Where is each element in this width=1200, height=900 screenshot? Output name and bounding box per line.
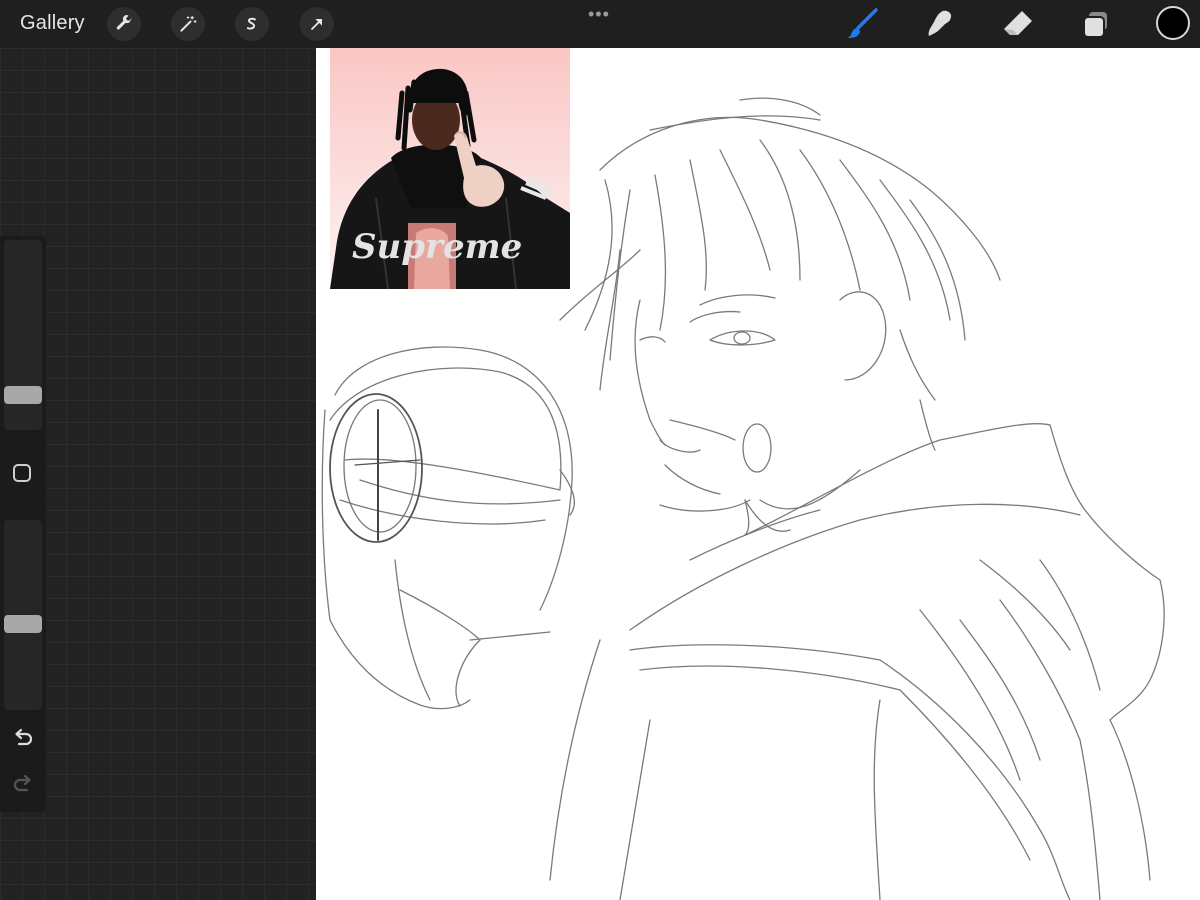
more-indicator[interactable]: •••: [588, 4, 610, 25]
wrench-icon: [116, 15, 132, 30]
actions-button[interactable]: [107, 7, 141, 41]
magic-wand-icon: [180, 15, 197, 32]
gallery-button[interactable]: Gallery: [20, 12, 85, 35]
transform-arrow-icon: [311, 18, 323, 30]
selection-icon: [246, 17, 256, 30]
workspace-grid: [0, 48, 316, 900]
brush-tool-button[interactable]: [844, 6, 880, 42]
sidebar: [0, 236, 46, 812]
brush-size-handle[interactable]: [4, 386, 42, 405]
smudge-icon: [928, 10, 952, 36]
layers-icon: [1083, 12, 1107, 38]
jacket-lettering: Supreme: [352, 227, 522, 267]
top-toolbar: Gallery •••: [0, 0, 1200, 48]
eraser-icon: [1004, 11, 1032, 35]
reference-photo[interactable]: Supreme: [316, 48, 570, 289]
transform-button[interactable]: [300, 7, 334, 41]
redo-icon[interactable]: [10, 771, 36, 797]
opacity-handle[interactable]: [4, 614, 42, 633]
color-picker-button[interactable]: [1156, 6, 1190, 40]
modifier-square-icon[interactable]: [13, 464, 31, 482]
smudge-tool-button[interactable]: [922, 6, 958, 42]
selection-button[interactable]: [235, 7, 269, 41]
undo-icon[interactable]: [10, 725, 36, 751]
brush-icon: [848, 8, 878, 38]
adjustments-button[interactable]: [171, 7, 205, 41]
layers-button[interactable]: [1078, 6, 1114, 42]
eraser-tool-button[interactable]: [1000, 6, 1036, 42]
